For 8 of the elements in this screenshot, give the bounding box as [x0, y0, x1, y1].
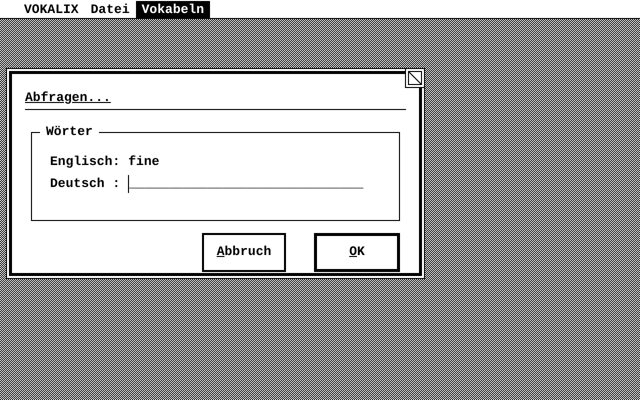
menu-item[interactable]: Vokabeln [136, 0, 210, 18]
dialog-title: Abfragen... [25, 90, 111, 105]
row-label: Englisch: [50, 152, 120, 171]
dialog-button[interactable]: OK [314, 232, 400, 272]
close-icon[interactable] [405, 68, 425, 88]
row-value: fine [128, 152, 160, 171]
dialog-button[interactable]: Abbruch [202, 232, 286, 272]
row-label: Deutsch : [50, 174, 120, 193]
